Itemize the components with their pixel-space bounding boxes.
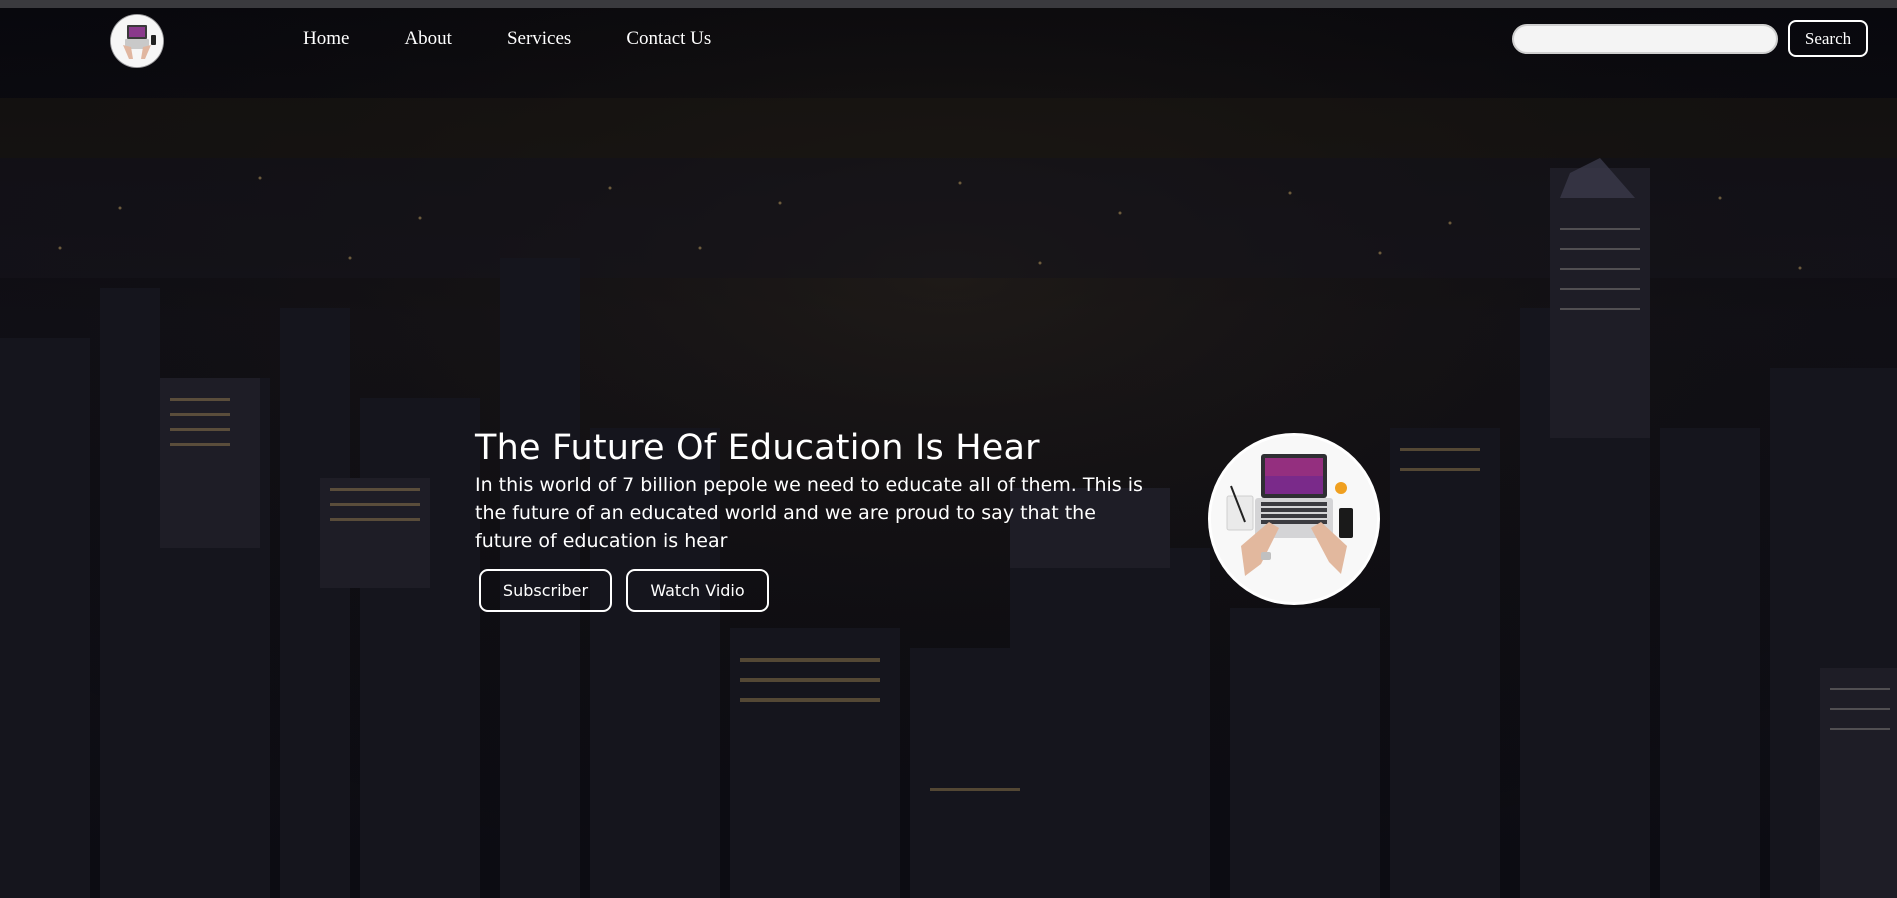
nav-link-about[interactable]: About	[404, 28, 452, 50]
nav-link-services[interactable]: Services	[507, 28, 571, 50]
laptop-workspace-icon	[1211, 436, 1377, 602]
browser-edge	[0, 0, 1897, 8]
search-button[interactable]: Search	[1788, 20, 1868, 57]
nav-link-home[interactable]: Home	[303, 28, 349, 50]
hero-title: The Future Of Education Is Hear	[475, 428, 1040, 468]
nav-links: Home About Services Contact Us	[303, 28, 766, 50]
search-form: Search	[1512, 20, 1868, 57]
subscribe-button[interactable]: Subscriber	[479, 569, 612, 612]
watch-video-button[interactable]: Watch Vidio	[626, 569, 769, 612]
hero-text: In this world of 7 billion pepole we nee…	[475, 474, 1143, 552]
hero-buttons: Subscriber Watch Vidio	[475, 569, 1175, 612]
page: Home About Services Contact Us Search Th…	[0, 0, 1897, 898]
laptop-workspace-icon	[111, 15, 163, 67]
hero-section: The Future Of Education Is Hear In this …	[475, 425, 1175, 612]
hero-image	[1211, 436, 1377, 602]
logo[interactable]	[111, 15, 163, 67]
nav-link-contact-us[interactable]: Contact Us	[626, 28, 711, 50]
navbar: Home About Services Contact Us Search	[0, 8, 1897, 70]
search-input[interactable]	[1512, 23, 1778, 54]
